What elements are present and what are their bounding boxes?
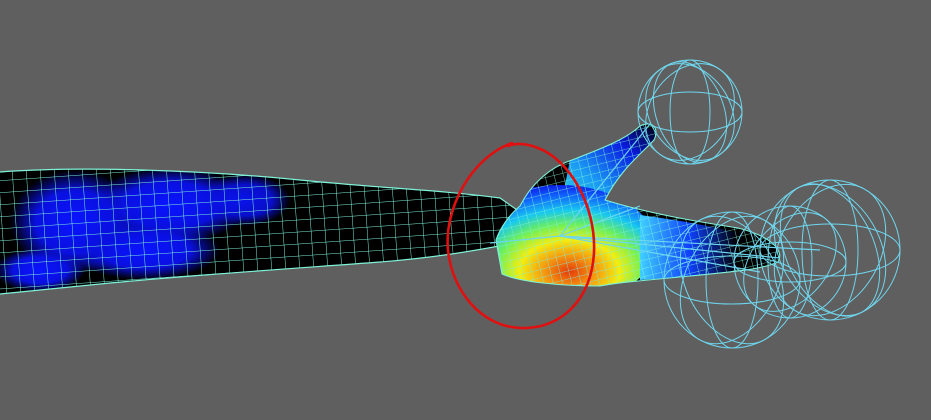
3d-viewport[interactable] [0,0,931,420]
scene-canvas[interactable] [0,0,931,420]
forearm-mesh[interactable] [0,150,530,310]
hand-wireframe [496,123,780,286]
thumb-joint-control[interactable] [627,46,752,177]
